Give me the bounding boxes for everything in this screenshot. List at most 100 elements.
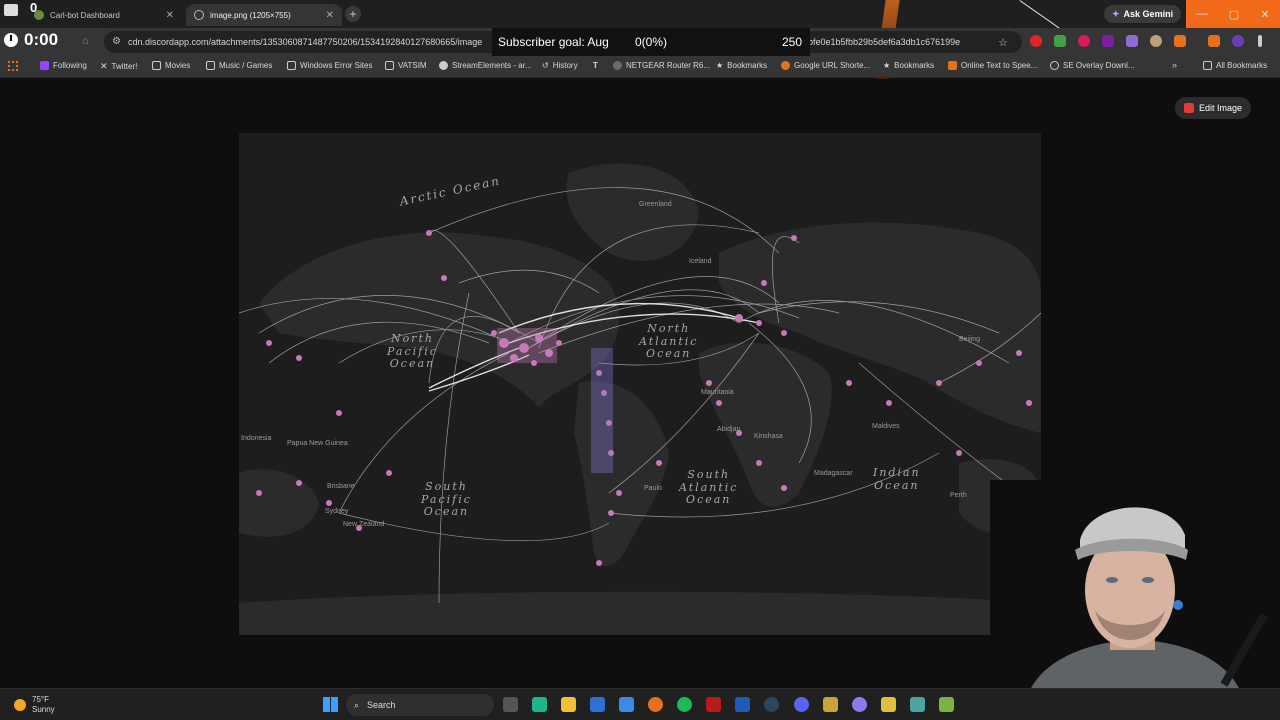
airport-node [296,355,302,361]
new-tab-button[interactable]: + [345,6,361,22]
app-icon-yellow[interactable] [881,697,896,712]
close-tab-icon[interactable]: ✕ [326,10,334,21]
windows-taskbar: 75°F Sunny ⌕ Search [0,688,1280,720]
bookmark-vatsim[interactable]: VATSIM [385,61,427,70]
airport-node [781,485,787,491]
start-button-windows-icon[interactable] [323,697,338,712]
sun-icon [14,698,26,711]
downloads-icon[interactable] [1208,35,1220,47]
city-label: Sydney [325,508,349,515]
bookmark-music-games[interactable]: Music / Games [206,61,272,70]
close-window-button[interactable]: ✕ [1250,0,1280,28]
bookmark-label: Music / Games [219,61,273,70]
app-icon-blue-dark[interactable] [735,697,750,712]
extension-icon-red[interactable] [1030,35,1042,47]
file-explorer-icon[interactable] [561,697,576,712]
tab-title: Carl-bot Dashboard [50,10,120,20]
folder-icon [385,61,394,70]
tab-image[interactable]: image.png (1205×755) ✕ [186,4,342,26]
airport-node [936,380,942,386]
bookmark-label: Following [53,61,87,70]
app-icon-green[interactable] [532,697,547,712]
steam-icon[interactable] [764,697,779,712]
bookmark-se-overlay[interactable]: SE Overlay Downl... [1050,61,1135,70]
tm-icon: T [593,61,598,70]
url-text: cdn.discordapp.com/attachments/135306087… [128,37,483,47]
bookmark-text-to-speech[interactable]: Online Text to Spee... [948,61,1037,70]
weather-text: 75°F Sunny [32,695,55,714]
minimize-button[interactable]: — [1186,0,1218,28]
extension-icon-tan[interactable] [1150,35,1162,47]
photos-icon[interactable] [619,697,634,712]
profile-avatar[interactable] [1232,35,1244,47]
app-icon-teal[interactable] [910,697,925,712]
city-label: Brisbane [327,483,355,490]
weather-desc: Sunny [32,704,55,714]
extensions-puzzle-icon[interactable] [1174,35,1186,47]
bookmark-movies[interactable]: Movies [152,61,190,70]
airport-node [426,230,432,236]
bookmark-streamelements[interactable]: StreamElements - ar... [439,61,532,70]
webcam-overlay [990,480,1280,690]
app-icon-gold[interactable] [823,697,838,712]
close-tab-icon[interactable]: ✕ [166,10,174,21]
edit-image-button[interactable]: Edit Image [1175,97,1252,119]
airport-node [761,280,767,286]
site-info-icon[interactable]: ⚙ [112,36,121,47]
bookmark-all-bookmarks[interactable]: All Bookmarks [1203,61,1267,70]
airport-node [386,470,392,476]
airport-node [846,380,852,386]
bookmark-history[interactable]: ↺ History [542,61,578,70]
bookmark-google-url[interactable]: Google URL Shorte... [781,61,870,70]
bookmark-label: Twitter! [111,62,138,71]
airport-node [756,320,762,326]
taskbar-search[interactable]: ⌕ Search [346,694,494,716]
airport-node [735,314,743,322]
bookmark-star-icon[interactable]: ☆ [998,36,1008,49]
app-icon-violet[interactable] [852,697,867,712]
ask-gemini-button[interactable]: ✦ Ask Gemini [1104,5,1182,23]
tab-carl-bot[interactable]: Carl-bot Dashboard ✕ [26,4,182,26]
bookmark-twitter[interactable]: ✕ Twitter! [100,61,137,72]
chrome-icon[interactable] [648,697,663,712]
browser-menu-icon[interactable] [1258,35,1262,47]
extension-icon-purple[interactable] [1102,35,1114,47]
weather-widget[interactable]: 75°F Sunny [14,695,55,714]
bookmark-netgear[interactable]: NETGEAR Router R6... [613,61,710,70]
subscriber-goal-target: 250 [782,35,803,49]
app-icon-green-light[interactable] [939,697,954,712]
bookmark-label: Movies [165,61,191,70]
bookmark-bookmarks-2[interactable]: ★ Bookmarks [883,61,934,70]
bookmark-bookmarks-1[interactable]: ★ Bookmarks [716,61,767,70]
app-icon-red[interactable] [706,697,721,712]
bookmark-windows-error-sites[interactable]: Windows Error Sites [287,61,372,70]
south-pacific-ocean-label: South Pacific Ocean [421,480,472,519]
stream-timer: 0:00 [4,30,58,50]
airport-node [791,235,797,241]
extension-icon-violet[interactable] [1126,35,1138,47]
bookmark-label: Bookmarks [727,61,768,70]
bookmark-following[interactable]: Following [40,61,87,70]
city-label: Maldives [872,423,900,430]
south-america-route-column [591,348,613,473]
apps-grid-icon[interactable] [8,61,18,71]
city-label: Beijing [959,336,981,343]
city-label: Indonesia [241,435,272,442]
maximize-button[interactable]: ▢ [1218,0,1250,28]
gemini-sparkle-icon: ✦ [1112,8,1120,19]
star-icon: ★ [716,61,724,70]
discord-icon[interactable] [794,697,809,712]
extension-icon-red-circle[interactable] [1078,35,1090,47]
url-tail-text: bfe0e1b5fbb29b5def6a3db1c676199e [808,37,961,47]
airport-node [491,330,497,336]
ask-gemini-label: Ask Gemini [1123,9,1174,19]
app-icon-blue[interactable] [590,697,605,712]
airport-node [441,275,447,281]
task-view-icon[interactable] [503,697,518,712]
extension-icon-shield[interactable] [1054,35,1066,47]
spotify-icon[interactable] [677,697,692,712]
more-bookmarks-chevron-icon[interactable]: » [1172,60,1177,70]
home-icon[interactable]: ⌂ [82,35,89,47]
bookmark-label: Google URL Shorte... [794,61,871,70]
bookmark-tm[interactable]: T [593,61,602,70]
